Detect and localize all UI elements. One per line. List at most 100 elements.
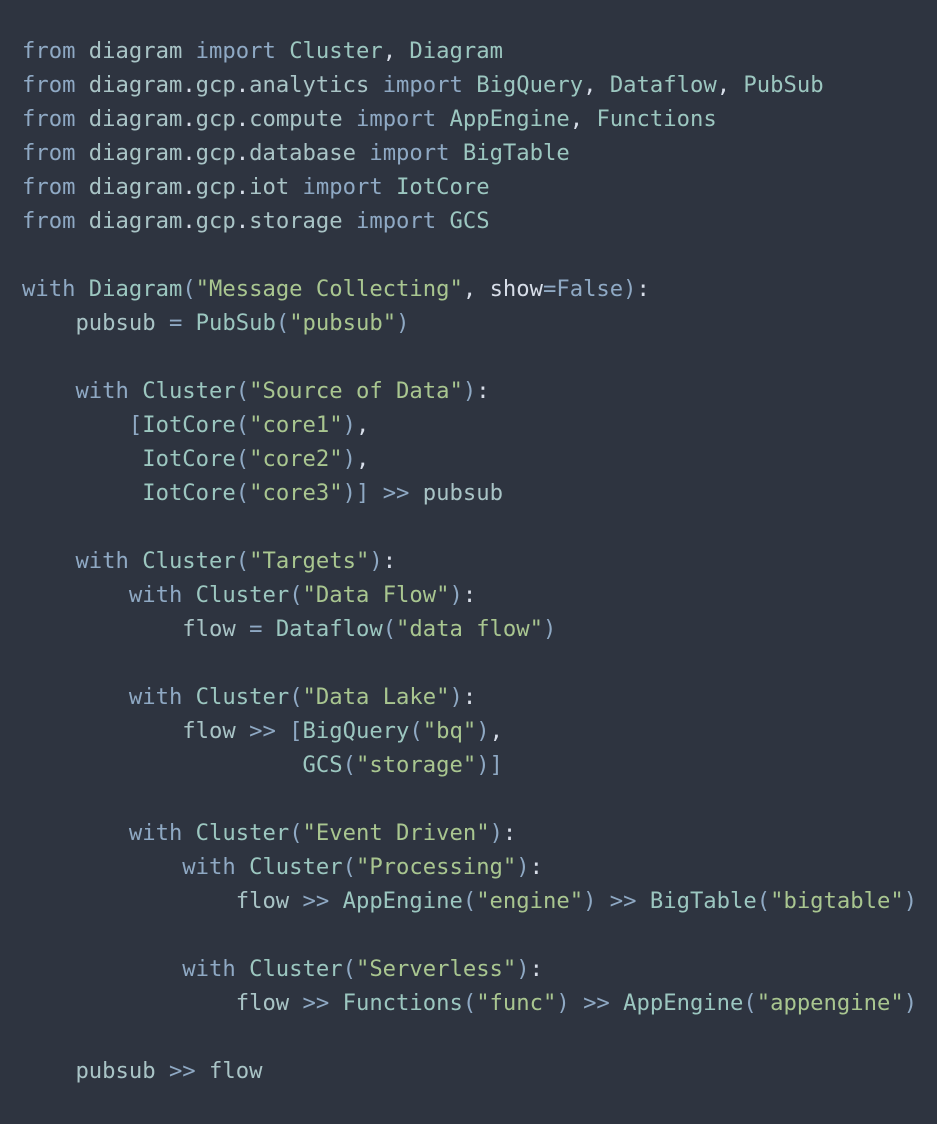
class-token: PubSub [743, 72, 824, 98]
plain-token: , [569, 106, 597, 132]
class-token: Diagram [88, 276, 183, 302]
keyword-token: import [355, 106, 437, 132]
punctuation-token: ) [543, 616, 557, 642]
string-token: "storage" [355, 752, 477, 778]
code-line: GCS("storage")] [22, 748, 937, 782]
module-token: diagram [88, 72, 183, 98]
plain-token: , [716, 72, 744, 98]
punctuation-token: ( [462, 888, 477, 914]
module-token: storage [249, 208, 343, 234]
operator-token: = [168, 310, 183, 336]
punctuation-token: ( [382, 616, 397, 642]
keyword-token: with [75, 548, 129, 574]
keyword-token: import [355, 208, 437, 234]
punctuation-token: )] [476, 752, 503, 778]
class-token: IotCore [396, 174, 490, 200]
plain-token: : [476, 378, 490, 404]
code-editor[interactable]: from diagram import Cluster, Diagram from… [0, 0, 937, 1124]
operator-token: >> [609, 888, 637, 914]
code-line: from diagram.gcp.compute import AppEngin… [22, 102, 937, 136]
keyword-token: from [22, 174, 76, 200]
punctuation-token: ( [409, 718, 423, 744]
punctuation-token: ) [516, 956, 530, 982]
code-line: pubsub >> flow [22, 1054, 937, 1088]
plain-token: , [462, 276, 490, 302]
code-line: with Cluster("Data Lake"): [22, 680, 937, 714]
class-token: IotCore [142, 446, 236, 472]
code-line: from diagram.gcp.storage import GCS [22, 204, 937, 238]
punctuation-token: ) [369, 548, 383, 574]
dot-token: . [182, 72, 196, 98]
string-token: "Serverless" [355, 956, 517, 982]
plain-token: , [489, 718, 503, 744]
module-token: gcp [195, 140, 236, 166]
operator-token: >> [583, 990, 610, 1016]
punctuation-token: ( [275, 310, 290, 336]
code-line: flow >> AppEngine("engine") >> BigTable(… [22, 884, 937, 918]
class-token: Cluster [195, 820, 290, 846]
class-token: Cluster [289, 38, 383, 64]
plain-token: , [355, 446, 370, 472]
string-token: "appengine" [756, 990, 904, 1016]
class-token: Diagram [409, 38, 503, 64]
class-token: PubSub [195, 310, 276, 336]
dot-token: . [235, 72, 250, 98]
class-token: Dataflow [609, 72, 717, 98]
identifier-token: pubsub [75, 1058, 156, 1084]
punctuation-token: ) [449, 684, 463, 710]
module-token: diagram [88, 106, 183, 132]
identifier-token: pubsub [75, 310, 156, 336]
plain-token: : [462, 684, 477, 710]
punctuation-token: ) [476, 718, 490, 744]
keyword-token: with [22, 276, 76, 302]
operator-token: = [249, 616, 263, 642]
keyword-token: with [128, 820, 183, 846]
string-token: "Source of Data" [249, 378, 463, 404]
plain-token: : [636, 276, 650, 302]
plain-token: : [502, 820, 517, 846]
punctuation-token: ( [342, 854, 356, 880]
punctuation-token: )] [342, 480, 370, 506]
class-token: GCS [449, 208, 490, 234]
kwarg-token: show [489, 276, 543, 302]
string-token: "core1" [249, 412, 343, 438]
punctuation-token: ) [342, 446, 356, 472]
code-line: flow >> [BigQuery("bq"), [22, 714, 937, 748]
dot-token: . [235, 140, 250, 166]
punctuation-token: ) [623, 276, 637, 302]
punctuation-token: [ [289, 718, 303, 744]
class-token: Functions [342, 990, 463, 1016]
code-line: with Diagram("Message Collecting", show=… [22, 272, 937, 306]
class-token: BigTable [462, 140, 570, 166]
identifier-token: pubsub [422, 480, 503, 506]
punctuation-token: ) [489, 820, 503, 846]
code-block[interactable]: from diagram import Cluster, Diagram from… [22, 34, 937, 1088]
string-token: "Data Lake" [302, 684, 450, 710]
punctuation-token: ( [235, 548, 250, 574]
operator-token: >> [249, 718, 276, 744]
module-token: gcp [195, 174, 236, 200]
class-token: AppEngine [342, 888, 463, 914]
